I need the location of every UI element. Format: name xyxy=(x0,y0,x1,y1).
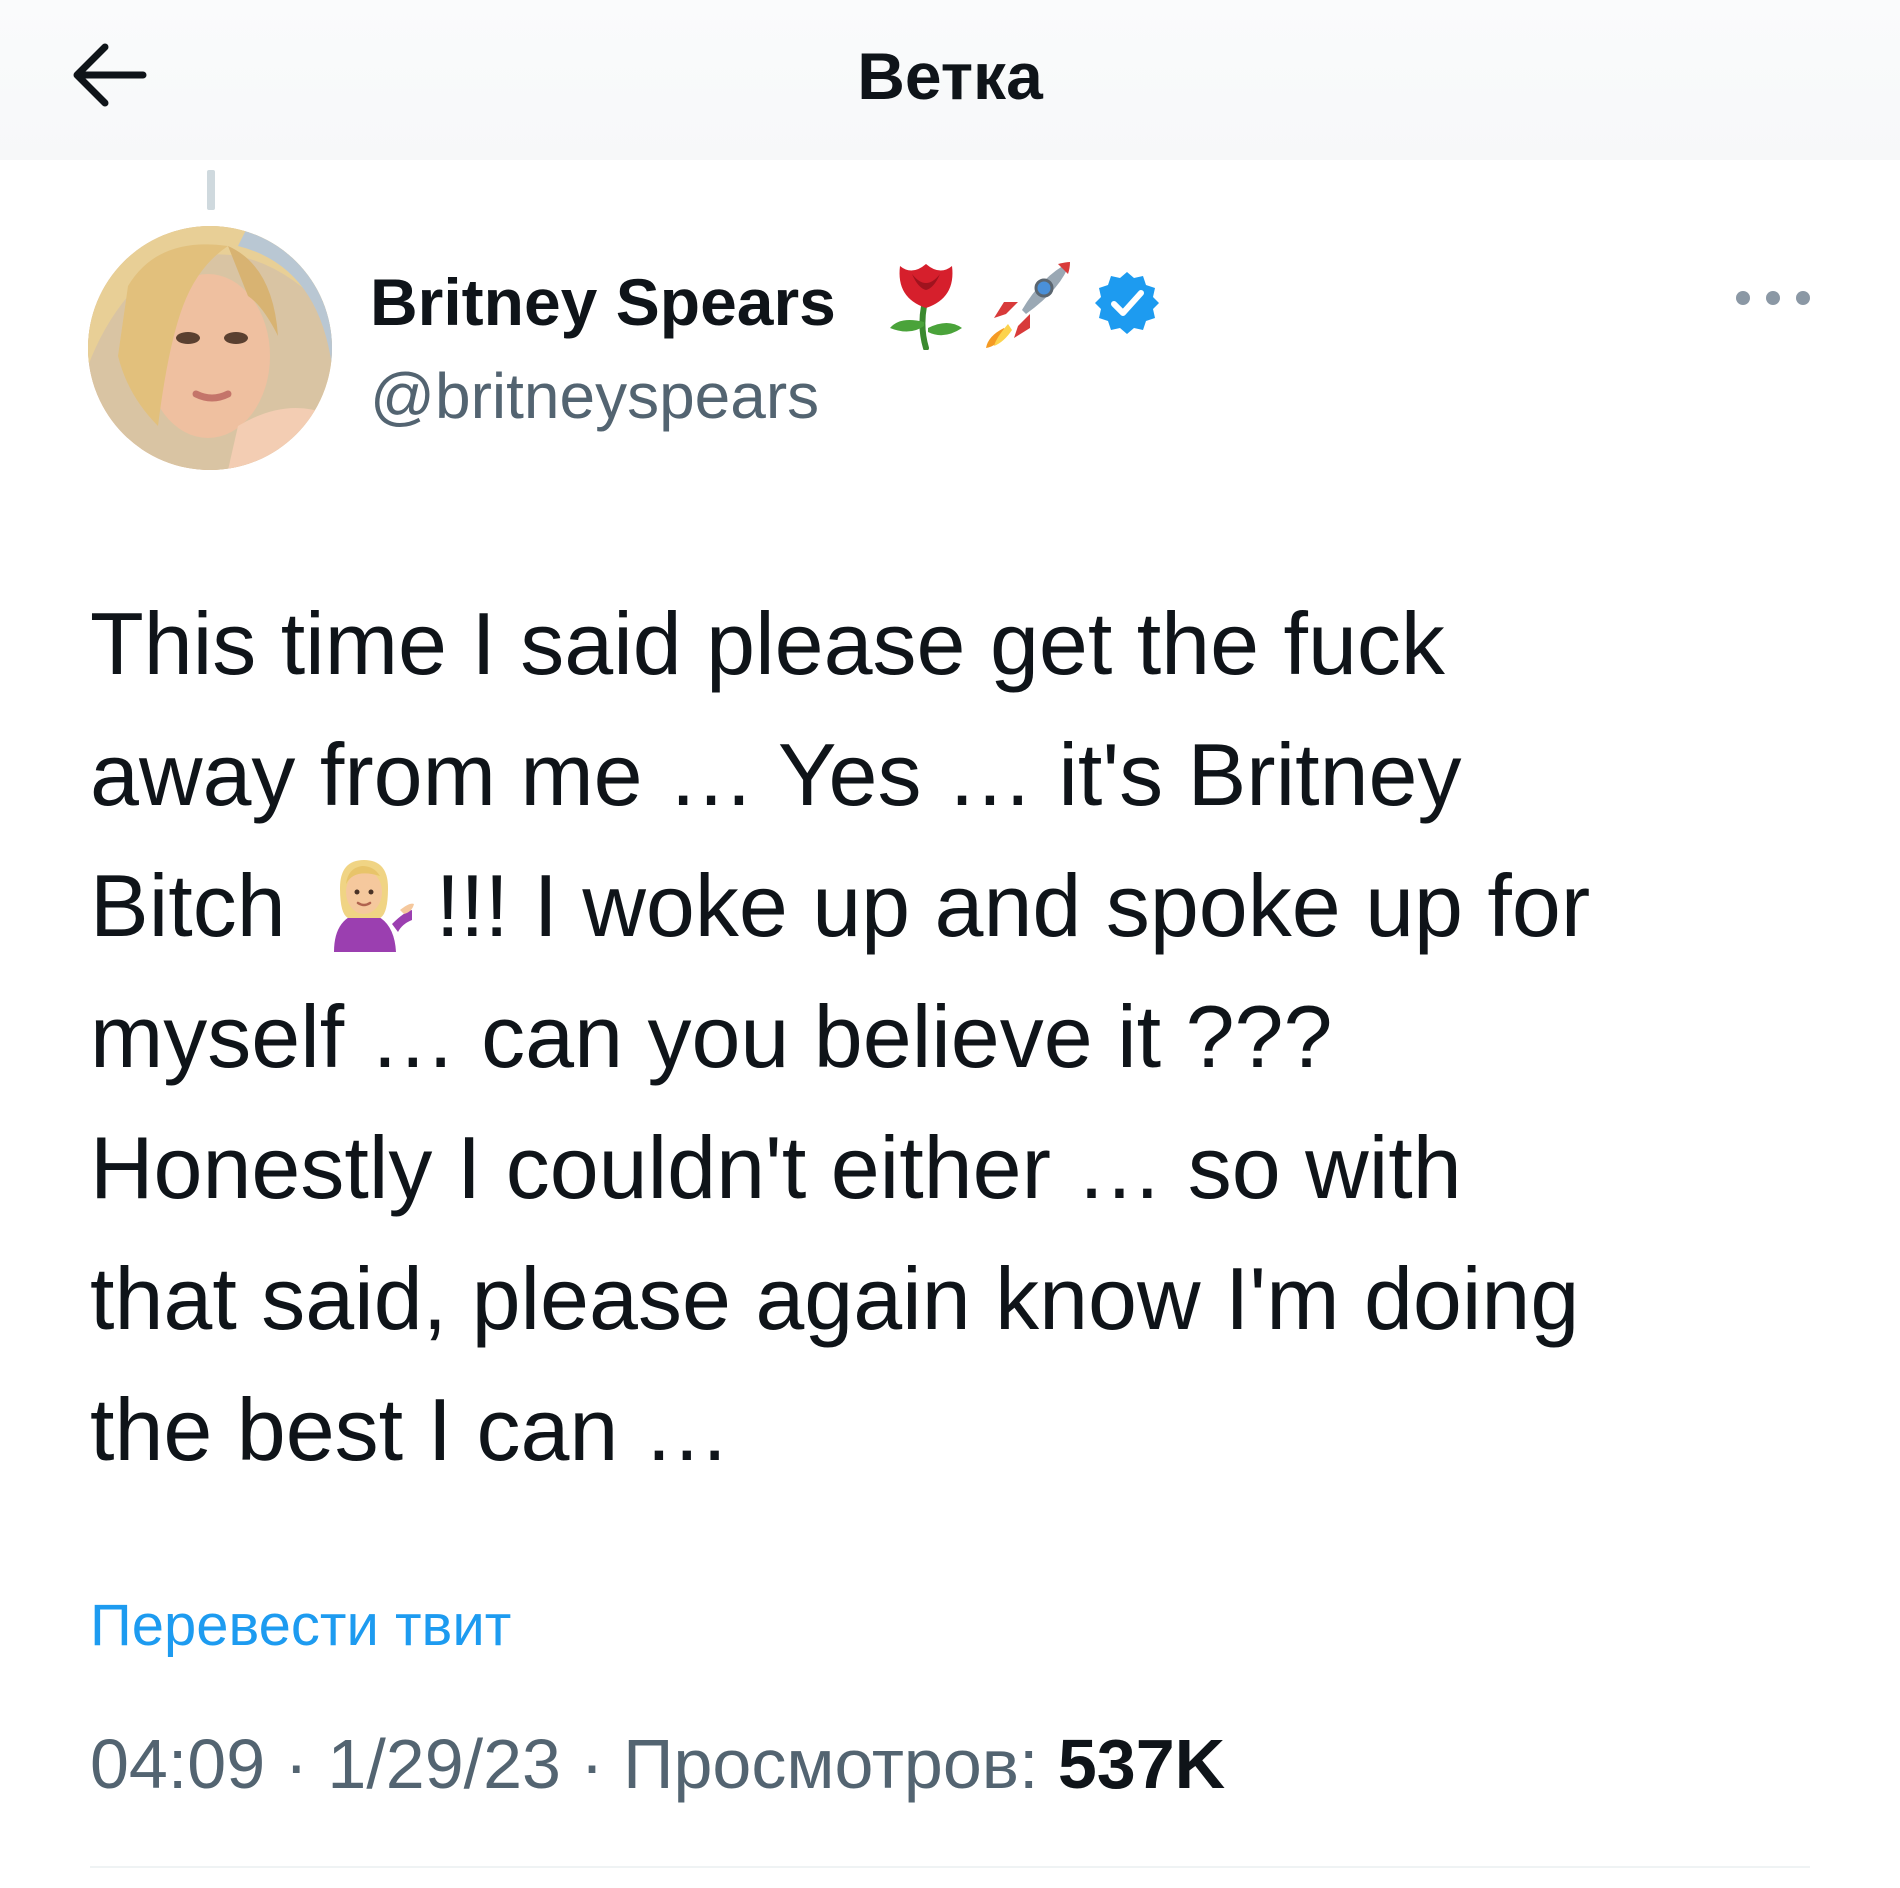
tweet-text-line: myself … can you believe it ??? xyxy=(90,987,1333,1086)
tweet-text-line: away from me … Yes … it's Britney xyxy=(90,725,1462,824)
avatar-image xyxy=(88,226,332,470)
more-dots-icon xyxy=(1766,291,1780,305)
tweet-time[interactable]: 04:09 xyxy=(90,1725,265,1803)
tweet-date[interactable]: 1/29/23 xyxy=(327,1725,561,1803)
tweet-meta: 04:09 · 1/29/23 · Просмотров: 537K xyxy=(90,1722,1225,1806)
thread-connector-line xyxy=(207,170,215,210)
views-label: Просмотров: xyxy=(623,1725,1058,1803)
rocket-icon xyxy=(986,262,1070,348)
author-name[interactable]: Britney Spears xyxy=(370,262,836,342)
views-count[interactable]: 537K xyxy=(1058,1725,1225,1803)
avatar[interactable] xyxy=(88,226,332,470)
tweet-text-segment: !!! I woke up and spoke up for xyxy=(435,856,1591,955)
tweet-text: This time I said please get the fuck awa… xyxy=(90,578,1830,1495)
more-options-button[interactable] xyxy=(1736,278,1810,318)
tweet-text-line: that said, please again know I'm doing xyxy=(90,1249,1580,1348)
tweet-text-line: This time I said please get the fuck xyxy=(90,594,1445,693)
tweet-text-segment: Bitch xyxy=(90,856,286,955)
meta-separator: · xyxy=(560,1725,624,1803)
tweet-text-line: Honestly I couldn't either … so with xyxy=(90,1118,1462,1217)
divider xyxy=(90,1866,1810,1868)
woman-tipping-hand-icon xyxy=(333,860,414,952)
more-dots-icon xyxy=(1796,291,1810,305)
verified-badge-icon xyxy=(1095,272,1159,334)
more-dots-icon xyxy=(1736,291,1750,305)
tweet-text-line: Bitch !!! I woke up and spoke up for xyxy=(90,840,1830,971)
author-handle[interactable]: @britneyspears xyxy=(370,356,819,436)
meta-separator: · xyxy=(265,1725,328,1803)
rose-icon xyxy=(890,264,962,350)
translate-tweet-link[interactable]: Перевести твит xyxy=(90,1586,511,1666)
tweet-text-line: the best I can … xyxy=(90,1380,731,1479)
page-title: Ветка xyxy=(857,39,1043,113)
